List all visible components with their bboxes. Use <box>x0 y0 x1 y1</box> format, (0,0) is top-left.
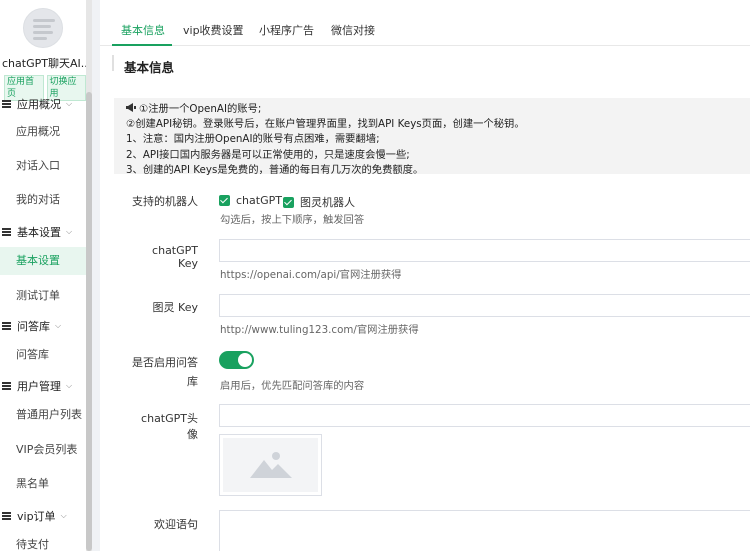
tab-vip-fees[interactable]: vip收费设置 <box>183 22 244 38</box>
notice-line: ②创建API秘钥。登录账号后，在账户管理界面里，找到API Keys页面，创建一… <box>126 118 525 131</box>
app-avatar <box>23 8 63 48</box>
chevron-down-icon: ⌵ <box>66 381 73 390</box>
checkbox-label: 图灵机器人 <box>300 196 355 209</box>
app-name: chatGPT聊天AI... <box>2 57 86 70</box>
avatar-label: chatGPT头像 <box>141 412 198 441</box>
chatgpt-key-label: chatGPT Key <box>152 244 198 270</box>
sidebar-item-app-overview[interactable]: 应用概况 <box>0 118 86 146</box>
active-tab-indicator <box>112 44 172 46</box>
sidebar-item-chat-entry[interactable]: 对话入口 <box>0 152 86 180</box>
list-icon <box>2 382 11 390</box>
nav-group-basic-settings[interactable]: 基本设置 ⌵ <box>2 221 86 243</box>
tuling-key-label: 图灵 Key <box>152 301 198 314</box>
nav-group-label: 基本设置 <box>17 226 61 239</box>
nav-group-label: 应用概况 <box>17 98 61 111</box>
notice-line: 2、API接口国内服务器是可以正常使用的，只是速度会慢一些; <box>126 148 410 161</box>
robots-hint: 勾选后，按上下顺序，触发回答 <box>220 214 365 226</box>
tab-miniapp-ads[interactable]: 小程序广告 <box>259 22 314 38</box>
section-title: 基本信息 <box>124 60 175 75</box>
sidebar-item-basic-settings[interactable]: 基本设置 <box>0 247 86 275</box>
checkbox-checked-icon <box>219 195 230 206</box>
tab-basic-info[interactable]: 基本信息 <box>121 22 165 38</box>
welcome-textarea[interactable] <box>219 510 750 551</box>
qa-enable-label: 是否启用问答 库 <box>132 356 198 388</box>
chevron-down-icon: ⌵ <box>66 99 73 108</box>
sidebar-item-normal-users[interactable]: 普通用户列表 <box>0 401 86 429</box>
image-uploader[interactable] <box>219 434 322 496</box>
notice-line: 3、创建的API Keys是免费的，普通的每日有几万次的免费额度。 <box>126 163 424 176</box>
section-divider <box>112 55 114 71</box>
nav-group-qa[interactable]: 问答库 ⌵ <box>2 315 86 337</box>
notice-line: ①注册一个OpenAI的账号; <box>126 102 750 117</box>
sidebar-item-test-orders[interactable]: 测试订单 <box>0 282 86 310</box>
chatgpt-key-input[interactable] <box>219 239 750 262</box>
main-panel: 基本信息 vip收费设置 小程序广告 微信对接 基本信息 ①注册一个OpenAI… <box>100 0 750 551</box>
sidebar-item-vip-members[interactable]: VIP会员列表 <box>0 436 86 464</box>
notice-line: 1、注意：国内注册OpenAI的账号有点困难，需要翻墙; <box>126 133 380 146</box>
nav-group-vip-orders[interactable]: vip订单 ⌵ <box>2 505 86 527</box>
sidebar-item-pending-payment[interactable]: 待支付 <box>0 531 86 551</box>
nav-group-label: 用户管理 <box>17 380 61 393</box>
chatgpt-key-hint: https://openai.com/api/官网注册获得 <box>220 269 402 281</box>
tuling-checkbox[interactable]: 图灵机器人 <box>283 194 355 210</box>
tuling-key-input[interactable] <box>219 294 750 317</box>
nav-group-label: 问答库 <box>17 320 50 333</box>
nav-group-users[interactable]: 用户管理 ⌵ <box>2 375 86 397</box>
welcome-label: 欢迎语句 <box>154 518 198 531</box>
list-icon <box>2 322 11 330</box>
avatar-url-input[interactable] <box>219 404 750 427</box>
nav-group-overview[interactable]: 应用概况 ⌵ <box>2 93 86 115</box>
sidebar: chatGPT聊天AI... 应用首页 切换应用 应用概况 ⌵ 应用概况 对话入… <box>0 0 86 551</box>
notice-box: ①注册一个OpenAI的账号; ②创建API秘钥。登录账号后，在账户管理界面里，… <box>114 98 750 176</box>
sidebar-item-my-chats[interactable]: 我的对话 <box>0 186 86 214</box>
list-icon <box>2 228 11 236</box>
sidebar-item-blacklist[interactable]: 黑名单 <box>0 470 86 498</box>
qa-enable-switch[interactable] <box>219 351 254 369</box>
megaphone-icon <box>126 102 137 117</box>
chevron-down-icon: ⌵ <box>66 227 73 236</box>
checkbox-checked-icon <box>283 196 294 208</box>
checkbox-label: chatGPT <box>236 194 282 207</box>
sidebar-item-qa-library[interactable]: 问答库 <box>0 341 86 369</box>
chevron-down-icon: ⌵ <box>60 511 67 520</box>
tab-bar: 基本信息 vip收费设置 小程序广告 微信对接 <box>100 0 750 46</box>
chatgpt-checkbox[interactable]: chatGPT <box>219 194 282 207</box>
tab-wechat[interactable]: 微信对接 <box>331 22 375 38</box>
tuling-key-hint: http://www.tuling123.com/官网注册获得 <box>220 324 419 336</box>
list-icon <box>2 512 11 520</box>
sidebar-scroll-thumb[interactable] <box>86 92 92 551</box>
list-icon <box>2 100 11 108</box>
robots-label: 支持的机器人 <box>132 195 198 208</box>
nav-group-label: vip订单 <box>17 510 56 523</box>
qa-enable-hint: 启用后，优先匹配问答库的内容 <box>220 380 365 392</box>
chevron-down-icon: ⌵ <box>55 321 62 330</box>
image-placeholder-icon <box>249 450 292 481</box>
